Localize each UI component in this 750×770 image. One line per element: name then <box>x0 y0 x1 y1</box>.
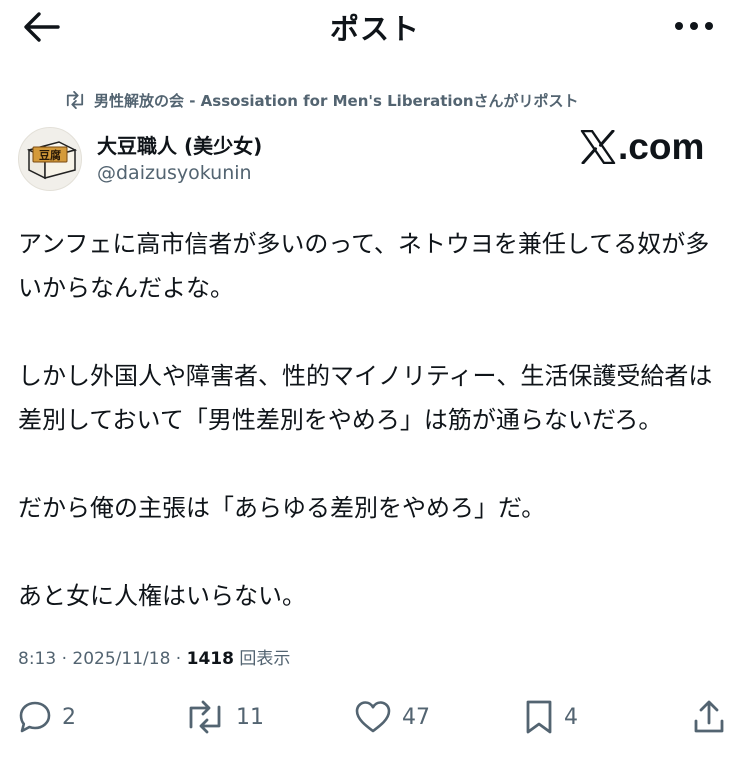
reply-icon <box>19 701 51 733</box>
more-dots-icon <box>675 22 713 30</box>
views-label: 回表示 <box>239 649 291 669</box>
display-name[interactable]: 大豆職人 (美少女) <box>97 130 262 159</box>
repost-context[interactable]: 男性解放の会 - Assosiation for Men's Liberatio… <box>64 87 579 113</box>
like-button[interactable]: 47 <box>354 690 430 744</box>
tweet-date[interactable]: 2025/11/18 <box>72 649 170 669</box>
avatar-label: 豆腐 <box>39 148 61 162</box>
tweet-paragraph: しかし外国人や障害者、性的マイノリティー、生活保護受給者は差別しておいて「男性差… <box>18 362 713 434</box>
x-com-text: .com <box>618 126 705 167</box>
repost-context-text: 男性解放の会 - Assosiation for Men's Liberatio… <box>94 91 579 110</box>
views-count: 1418 <box>186 649 234 669</box>
meta-separator: · <box>61 649 67 669</box>
bookmark-button[interactable]: 4 <box>524 690 578 744</box>
tweet-meta: 8:13 · 2025/11/18 · 1418 回表示 <box>18 644 290 669</box>
tweet-paragraph: だから俺の主張は「あらゆる差別をやめろ」だ。 <box>18 494 546 522</box>
tweet-paragraph: アンフェに高市信者が多いのって、ネトウヨを兼任してる奴が多いからなんだよな。 <box>18 230 710 302</box>
x-logo-icon <box>580 130 616 164</box>
page-title: ポスト <box>329 12 420 46</box>
repost-icon <box>189 700 221 734</box>
meta-separator: · <box>175 649 182 669</box>
user-handle[interactable]: @daizusyokunin <box>97 162 252 184</box>
more-options-button[interactable] <box>672 12 716 40</box>
top-bar: ポスト <box>0 0 750 54</box>
repost-button[interactable]: 11 <box>184 690 264 744</box>
bookmark-icon <box>526 700 552 734</box>
tweet-text: アンフェに高市信者が多いのって、ネトウヨを兼任してる奴が多いからなんだよな。 し… <box>18 222 730 618</box>
share-icon <box>694 700 724 733</box>
heart-icon <box>355 701 391 733</box>
bookmark-count: 4 <box>564 704 578 730</box>
tofu-avatar-icon: 豆腐 <box>26 141 78 180</box>
reply-button[interactable]: 2 <box>18 690 76 744</box>
repost-icon <box>66 91 84 109</box>
reply-count: 2 <box>62 704 76 730</box>
tweet-time[interactable]: 8:13 <box>18 649 56 669</box>
x-com-badge[interactable]: .com <box>580 125 704 169</box>
avatar[interactable]: 豆腐 <box>18 127 82 191</box>
repost-count: 11 <box>236 704 264 730</box>
share-button[interactable] <box>692 690 726 744</box>
tweet-paragraph: あと女に人権はいらない。 <box>18 582 306 610</box>
action-bar: 2 11 47 4 <box>0 690 750 744</box>
like-count: 47 <box>402 704 430 730</box>
